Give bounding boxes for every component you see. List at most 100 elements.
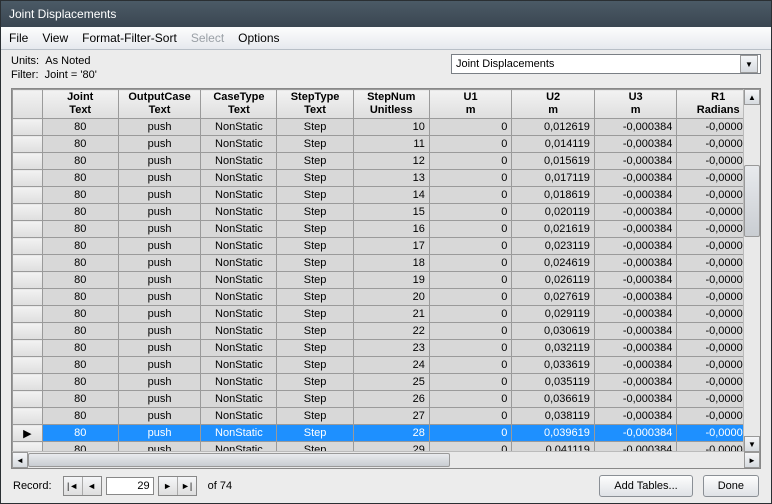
hscroll-thumb[interactable] — [28, 453, 450, 467]
cell[interactable]: 0,039619 — [512, 425, 595, 442]
done-button[interactable]: Done — [703, 475, 759, 497]
table-row[interactable]: 80pushNonStaticStep2000,027619-0,000384-… — [13, 289, 760, 306]
cell[interactable]: 22 — [353, 323, 429, 340]
cell[interactable]: NonStatic — [201, 170, 277, 187]
cell[interactable]: 0 — [429, 425, 512, 442]
cell[interactable]: -0,000384 — [594, 238, 677, 255]
cell[interactable]: 0 — [429, 153, 512, 170]
cell[interactable]: 0 — [429, 306, 512, 323]
cell[interactable]: 0 — [429, 238, 512, 255]
cell[interactable]: NonStatic — [201, 374, 277, 391]
table-selector[interactable]: Joint Displacements ▼ — [451, 54, 761, 74]
cell[interactable]: push — [118, 204, 201, 221]
table-row[interactable]: 80pushNonStaticStep2100,029119-0,000384-… — [13, 306, 760, 323]
cell[interactable]: push — [118, 340, 201, 357]
column-header[interactable]: U2m — [512, 90, 595, 119]
cell[interactable]: 23 — [353, 340, 429, 357]
cell[interactable]: -0,000384 — [594, 425, 677, 442]
cell[interactable]: 80 — [42, 153, 118, 170]
row-header[interactable] — [13, 408, 43, 425]
column-header[interactable]: StepTypeText — [277, 90, 353, 119]
cell[interactable]: 0 — [429, 408, 512, 425]
column-header[interactable]: U3m — [594, 90, 677, 119]
cell[interactable]: 0,020119 — [512, 204, 595, 221]
cell[interactable]: 0,024619 — [512, 255, 595, 272]
cell[interactable]: 0 — [429, 323, 512, 340]
cell[interactable]: NonStatic — [201, 255, 277, 272]
cell[interactable]: push — [118, 357, 201, 374]
table-row[interactable]: 80pushNonStaticStep1600,021619-0,000384-… — [13, 221, 760, 238]
table-row[interactable]: 80pushNonStaticStep1300,017119-0,000384-… — [13, 170, 760, 187]
cell[interactable]: 19 — [353, 272, 429, 289]
cell[interactable]: Step — [277, 119, 353, 136]
cell[interactable]: Step — [277, 340, 353, 357]
table-row[interactable]: 80pushNonStaticStep2200,030619-0,000384-… — [13, 323, 760, 340]
cell[interactable]: 26 — [353, 391, 429, 408]
nav-next-button[interactable]: ► — [159, 477, 178, 495]
row-header[interactable] — [13, 306, 43, 323]
cell[interactable]: 0,012619 — [512, 119, 595, 136]
cell[interactable]: 0 — [429, 136, 512, 153]
cell[interactable]: push — [118, 425, 201, 442]
cell[interactable]: 80 — [42, 408, 118, 425]
table-row[interactable]: 80pushNonStaticStep2400,033619-0,000384-… — [13, 357, 760, 374]
cell[interactable]: 11 — [353, 136, 429, 153]
cell[interactable]: -0,000384 — [594, 221, 677, 238]
cell[interactable]: 0 — [429, 374, 512, 391]
cell[interactable]: push — [118, 153, 201, 170]
table-row[interactable]: 80pushNonStaticStep1900,026119-0,000384-… — [13, 272, 760, 289]
scroll-thumb[interactable] — [744, 165, 760, 237]
cell[interactable]: -0,000384 — [594, 170, 677, 187]
cell[interactable]: 0,027619 — [512, 289, 595, 306]
cell[interactable]: -0,000384 — [594, 187, 677, 204]
cell[interactable]: 0 — [429, 221, 512, 238]
table-row[interactable]: 80pushNonStaticStep2900,041119-0,000384-… — [13, 442, 760, 452]
row-header[interactable] — [13, 323, 43, 340]
cell[interactable]: -0,000384 — [594, 306, 677, 323]
table-row[interactable]: 80pushNonStaticStep2500,035119-0,000384-… — [13, 374, 760, 391]
cell[interactable]: 80 — [42, 357, 118, 374]
scroll-left-icon[interactable]: ◄ — [12, 452, 28, 468]
cell[interactable]: 29 — [353, 442, 429, 452]
table-row[interactable]: 80pushNonStaticStep2700,038119-0,000384-… — [13, 408, 760, 425]
cell[interactable]: 80 — [42, 136, 118, 153]
cell[interactable]: Step — [277, 153, 353, 170]
cell[interactable]: push — [118, 391, 201, 408]
cell[interactable]: 80 — [42, 340, 118, 357]
row-header[interactable] — [13, 170, 43, 187]
cell[interactable]: 0,036619 — [512, 391, 595, 408]
table-row[interactable]: 80pushNonStaticStep1700,023119-0,000384-… — [13, 238, 760, 255]
cell[interactable]: 0,021619 — [512, 221, 595, 238]
cell[interactable]: 80 — [42, 425, 118, 442]
cell[interactable]: Step — [277, 272, 353, 289]
table-row[interactable]: 80pushNonStaticStep1500,020119-0,000384-… — [13, 204, 760, 221]
cell[interactable]: 17 — [353, 238, 429, 255]
cell[interactable]: Step — [277, 136, 353, 153]
cell[interactable]: NonStatic — [201, 221, 277, 238]
cell[interactable]: 80 — [42, 289, 118, 306]
cell[interactable]: push — [118, 187, 201, 204]
cell[interactable]: Step — [277, 357, 353, 374]
cell[interactable]: NonStatic — [201, 323, 277, 340]
cell[interactable]: NonStatic — [201, 136, 277, 153]
cell[interactable]: 0,015619 — [512, 153, 595, 170]
cell[interactable]: -0,000384 — [594, 204, 677, 221]
cell[interactable]: 0 — [429, 289, 512, 306]
row-header[interactable] — [13, 136, 43, 153]
cell[interactable]: -0,000384 — [594, 136, 677, 153]
cell[interactable]: push — [118, 119, 201, 136]
cell[interactable]: 80 — [42, 221, 118, 238]
cell[interactable]: Step — [277, 221, 353, 238]
cell[interactable]: -0,000384 — [594, 374, 677, 391]
cell[interactable]: -0,000384 — [594, 289, 677, 306]
cell[interactable]: push — [118, 221, 201, 238]
menu-file[interactable]: File — [9, 31, 28, 45]
column-header[interactable]: StepNumUnitless — [353, 90, 429, 119]
cell[interactable]: NonStatic — [201, 340, 277, 357]
cell[interactable]: 28 — [353, 425, 429, 442]
cell[interactable]: 80 — [42, 442, 118, 452]
row-header[interactable] — [13, 357, 43, 374]
cell[interactable]: push — [118, 374, 201, 391]
cell[interactable]: NonStatic — [201, 442, 277, 452]
cell[interactable]: 0 — [429, 170, 512, 187]
